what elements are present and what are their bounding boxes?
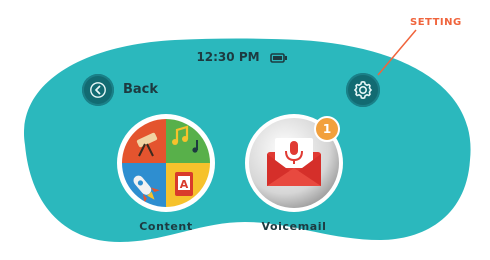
- setting-annotation-label: SETTING: [410, 17, 462, 28]
- gear-icon: [354, 81, 372, 99]
- voicemail-app-label[interactable]: Voicemail: [239, 220, 349, 233]
- status-time: 12:30 PM: [196, 50, 260, 64]
- back-label[interactable]: Back: [123, 82, 158, 97]
- content-app-label[interactable]: Content: [111, 220, 221, 233]
- battery-icon: [270, 53, 287, 63]
- chevron-left-icon: [90, 82, 106, 98]
- svg-text:A: A: [180, 178, 189, 191]
- content-app-button[interactable]: A: [117, 114, 215, 212]
- voicemail-count-badge: 1: [314, 116, 340, 142]
- settings-button[interactable]: [346, 73, 380, 107]
- back-button[interactable]: [82, 74, 114, 106]
- content-collage-icon: A: [118, 115, 214, 211]
